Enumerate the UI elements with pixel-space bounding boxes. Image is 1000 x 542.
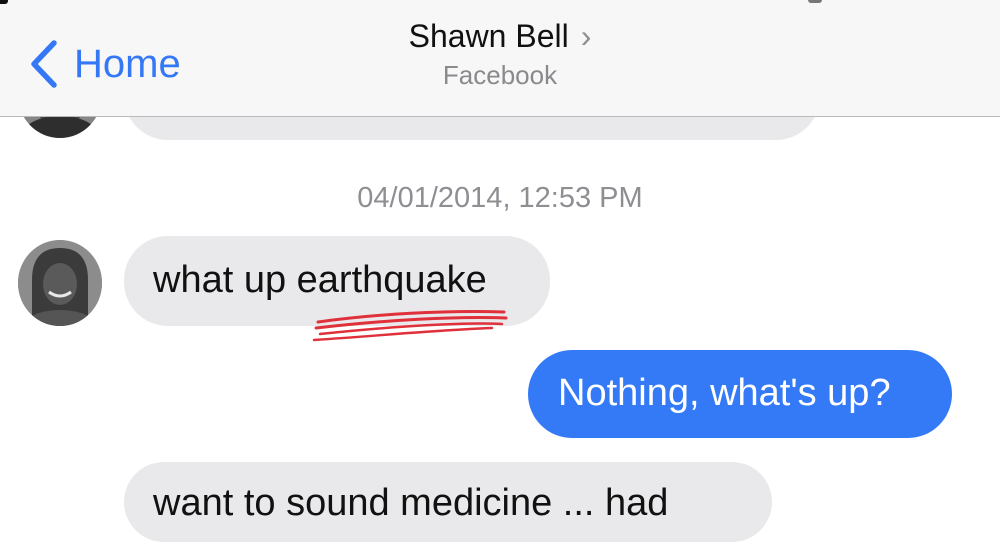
status-bar-fragment: [808, 0, 822, 3]
contact-source: Facebook: [442, 60, 558, 90]
avatar[interactable]: [18, 240, 102, 326]
message-timestamp: 04/01/2014, 12:53 PM: [357, 182, 643, 214]
red-scribble-annotation: [312, 310, 508, 342]
message-text: what up earthquake: [153, 259, 487, 301]
navigation-bar: Home Shawn Bell › Facebook: [0, 0, 1000, 117]
contact-title[interactable]: Shawn Bell ›: [0, 18, 1000, 55]
message-text: Nothing, what's up?: [558, 372, 891, 414]
message-bubble-incoming[interactable]: want to sound medicine ... had: [124, 462, 772, 542]
status-bar-fragment: [0, 0, 8, 4]
contact-name: Shawn Bell: [408, 18, 569, 54]
chevron-right-icon: ›: [580, 18, 592, 54]
message-bubble-outgoing[interactable]: Nothing, what's up?: [528, 350, 952, 438]
